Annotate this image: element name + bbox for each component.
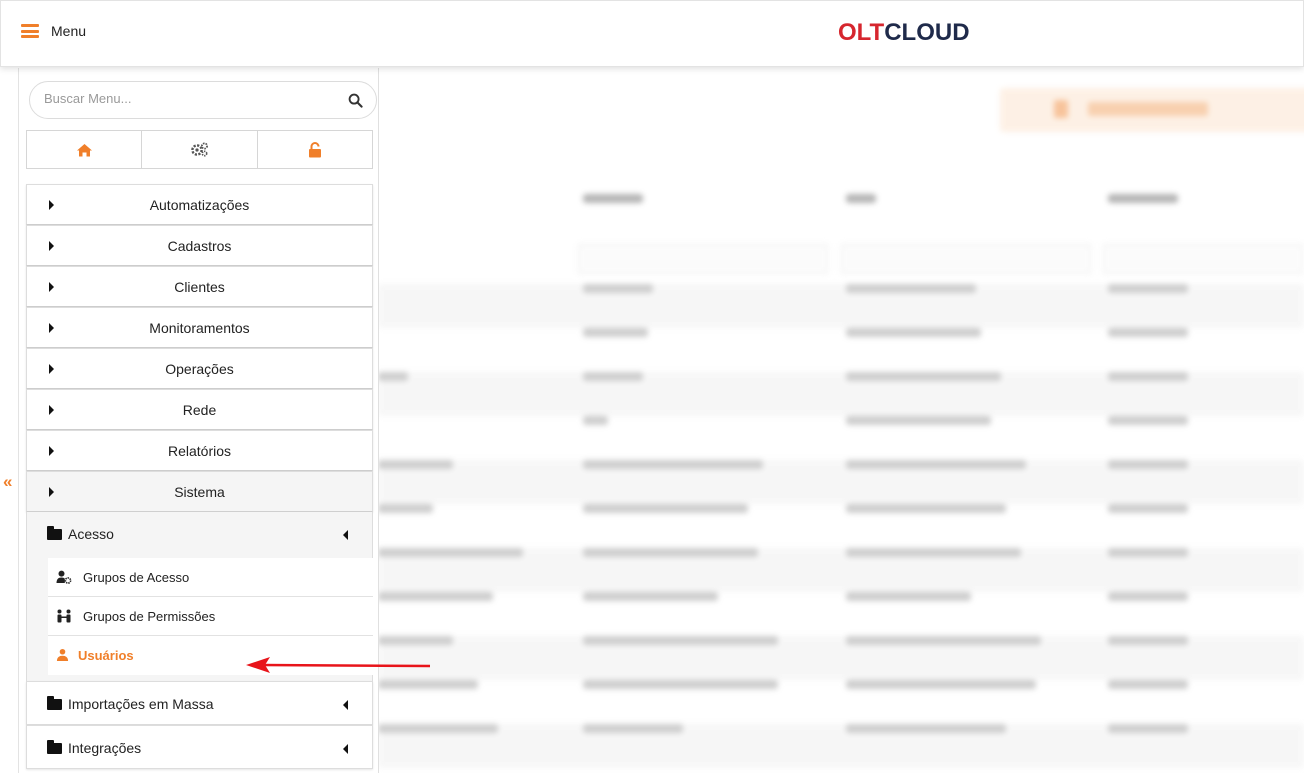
quick-actions	[26, 130, 373, 169]
folder-label: Integrações	[68, 740, 142, 756]
menu-search-input[interactable]	[44, 91, 334, 106]
search-icon[interactable]	[348, 93, 363, 108]
menu-item-rede[interactable]: Rede	[26, 389, 373, 430]
logo-part-1: OLT	[838, 19, 885, 46]
logo[interactable]: OLTCLOUD	[838, 19, 970, 47]
submenu-item-label: Usuários	[78, 648, 134, 663]
folder-icon	[47, 740, 62, 754]
user-settings-icon	[56, 570, 72, 584]
gears-icon	[191, 142, 208, 157]
submenu-item-grupos-de-acesso[interactable]: Grupos de Acesso	[48, 558, 373, 597]
menu-item-monitoramentos[interactable]: Monitoramentos	[26, 307, 373, 348]
lock-button[interactable]	[258, 131, 372, 168]
submenu-folder-integracoes[interactable]: Integrações	[26, 725, 373, 769]
caret-left-icon	[343, 700, 348, 710]
blurred-content	[378, 68, 1304, 773]
submenu-item-label: Grupos de Permissões	[83, 609, 216, 624]
unlock-icon	[308, 141, 321, 157]
folder-icon	[47, 696, 62, 710]
collapse-sidebar-icon[interactable]: «	[3, 472, 12, 492]
folder-label: Importações em Massa	[68, 696, 214, 712]
annotation-arrow-icon	[246, 657, 431, 673]
submenu-folder-importacoes[interactable]: Importações em Massa	[26, 681, 373, 725]
menu-item-clientes[interactable]: Clientes	[26, 266, 373, 307]
caret-left-icon	[343, 530, 348, 540]
blurred-action-button	[1000, 88, 1304, 132]
submenu-item-label: Grupos de Acesso	[83, 570, 190, 585]
menu-item-label: Operações	[165, 361, 234, 377]
menu-toggle-button[interactable]: Menu	[21, 23, 86, 39]
caret-left-icon	[343, 744, 348, 754]
sidebar-collapse-strip	[0, 68, 19, 773]
menu-item-cadastros[interactable]: Cadastros	[26, 225, 373, 266]
user-icon	[56, 648, 69, 662]
menu-item-label: Rede	[182, 402, 217, 418]
menu-item-sistema[interactable]: Sistema	[26, 471, 373, 512]
submenu-item-grupos-de-permissoes[interactable]: Grupos de Permissões	[48, 597, 373, 636]
menu-label: Menu	[51, 23, 87, 39]
menu-item-label: Clientes	[174, 279, 225, 295]
settings-button[interactable]	[142, 131, 258, 168]
submenu-folder-acesso[interactable]: Acesso	[27, 512, 372, 558]
users-permissions-icon	[57, 609, 71, 623]
menu-item-label: Monitoramentos	[149, 320, 250, 336]
menu-item-automatizacoes[interactable]: Automatizações	[26, 184, 373, 225]
home-button[interactable]	[27, 131, 143, 168]
folder-label: Acesso	[68, 526, 114, 542]
top-bar: Menu OLTCLOUD	[0, 0, 1304, 67]
folder-icon	[47, 526, 62, 540]
menu-item-label: Relatórios	[167, 443, 232, 459]
menu-item-label: Automatizações	[149, 197, 250, 213]
logo-part-2: CLOUD	[884, 19, 970, 46]
menu-item-operacoes[interactable]: Operações	[26, 348, 373, 389]
search-box	[29, 81, 377, 119]
menu-item-label: Cadastros	[167, 238, 232, 254]
menu-list: Automatizações Cadastros Clientes Monito…	[26, 184, 373, 769]
menu-item-label: Sistema	[174, 484, 225, 500]
home-icon	[76, 143, 92, 156]
hamburger-icon	[21, 24, 39, 38]
menu-item-relatorios[interactable]: Relatórios	[26, 430, 373, 471]
